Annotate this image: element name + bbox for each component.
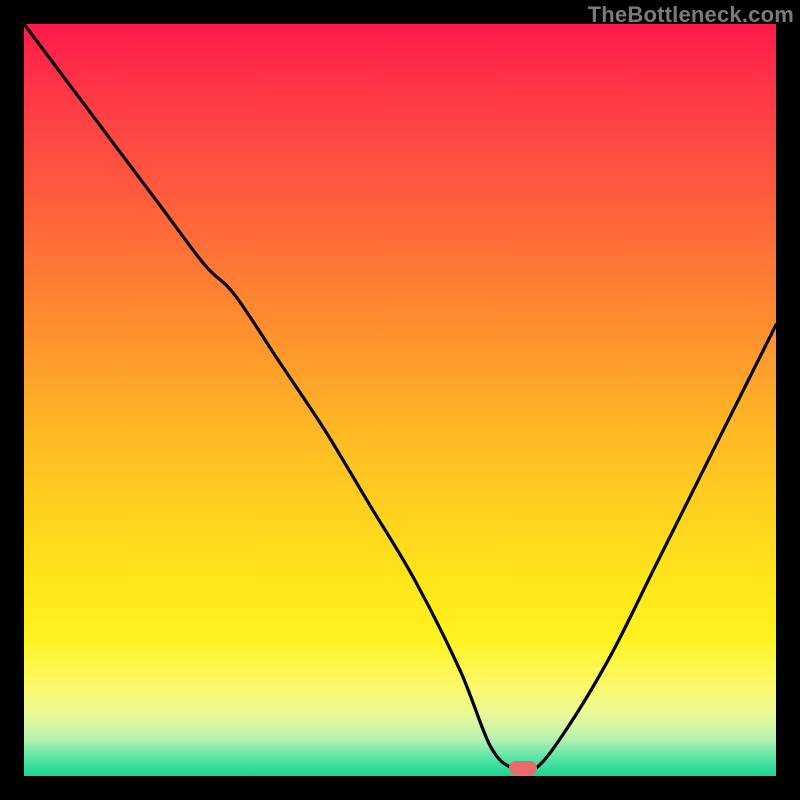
curve-path [24, 24, 776, 772]
chart-frame: TheBottleneck.com [0, 0, 800, 800]
plot-area [24, 24, 776, 776]
optimal-marker [509, 761, 537, 775]
watermark-text: TheBottleneck.com [588, 2, 794, 28]
bottleneck-curve [24, 24, 776, 776]
